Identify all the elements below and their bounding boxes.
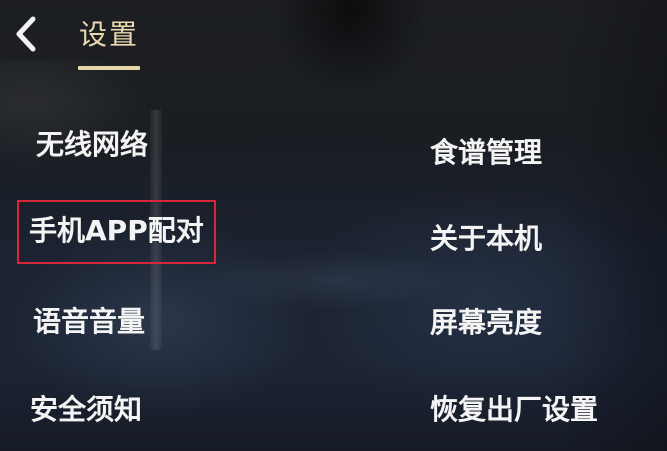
photo-shadow <box>270 0 430 95</box>
photo-haze <box>190 250 470 310</box>
page-title: 设置 <box>78 18 139 51</box>
settings-screen: 设置 无线网络 手机APP配对 语音音量 安全须知 食谱管理 关于本机 屏幕亮度… <box>0 0 667 451</box>
menu-item-voice-volume[interactable]: 语音音量 <box>33 305 145 339</box>
menu-item-about-device[interactable]: 关于本机 <box>430 222 542 256</box>
tab-settings[interactable]: 设置 <box>78 16 140 70</box>
menu-item-factory-reset[interactable]: 恢复出厂设置 <box>430 393 598 427</box>
photo-vignette <box>560 0 667 451</box>
menu-item-recipe-management[interactable]: 食谱管理 <box>430 136 542 170</box>
menu-item-screen-brightness[interactable]: 屏幕亮度 <box>430 306 542 340</box>
chevron-left-icon <box>16 16 36 52</box>
menu-item-safety-notice[interactable]: 安全须知 <box>30 393 142 427</box>
back-button[interactable] <box>8 14 44 54</box>
tab-active-underline <box>78 66 140 70</box>
menu-item-wifi[interactable]: 无线网络 <box>36 128 148 162</box>
menu-item-app-pairing[interactable]: 手机APP配对 <box>17 200 216 264</box>
